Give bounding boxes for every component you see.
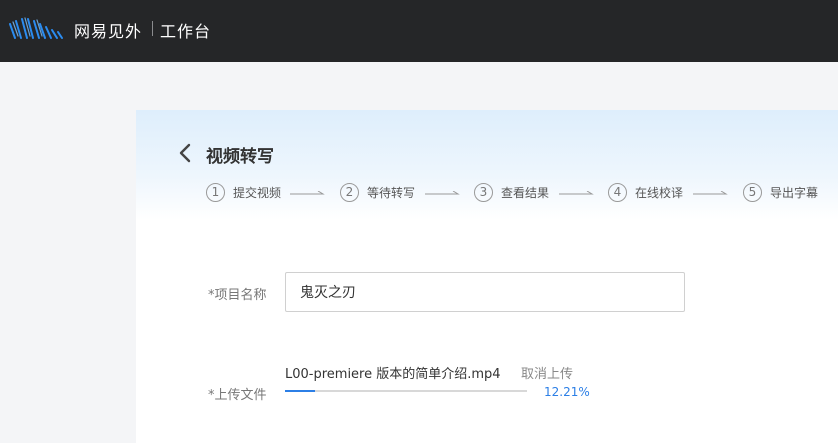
- wave-logo-icon[interactable]: [8, 16, 66, 42]
- step-3: 3 查看结果: [474, 182, 549, 202]
- step-1: 1 提交视频: [206, 182, 281, 202]
- top-bar: 网易见外 工作台: [0, 0, 838, 62]
- cancel-upload-button[interactable]: 取消上传: [521, 363, 573, 382]
- step-label: 查看结果: [501, 185, 550, 200]
- arrow-right-icon: [290, 191, 325, 195]
- step-label: 在线校译: [635, 185, 684, 200]
- page-title: 视频转写: [206, 147, 274, 167]
- workspace-link[interactable]: 工作台: [160, 18, 211, 42]
- step-number: 5: [743, 182, 762, 202]
- main-card: 视频转写 1 提交视频 2 等待转写 3 查看结果 4 在线校译 5 导出字幕 …: [136, 110, 838, 443]
- step-4: 4 在线校译: [608, 182, 683, 202]
- step-2: 2 等待转写: [340, 182, 415, 202]
- project-name-input[interactable]: [285, 272, 685, 312]
- step-number: 2: [340, 182, 359, 202]
- step-label: 等待转写: [367, 185, 416, 200]
- upload-progress-text: 12.21%: [544, 385, 590, 399]
- upload-progress-bar: [285, 390, 527, 392]
- project-name-label: *项目名称: [208, 288, 267, 303]
- step-number: 3: [474, 182, 493, 202]
- step-label: 导出字幕: [770, 185, 819, 200]
- upload-progress-fill: [285, 390, 315, 392]
- brand-name[interactable]: 网易见外: [74, 18, 142, 42]
- arrow-right-icon: [425, 191, 460, 195]
- chevron-left-icon[interactable]: [176, 142, 196, 164]
- upload-file-label: *上传文件: [208, 388, 267, 403]
- step-5: 5 导出字幕: [743, 182, 818, 202]
- step-number: 1: [206, 182, 225, 202]
- uploaded-file-name: L00-premiere 版本的简单介绍.mp4: [285, 367, 501, 382]
- arrow-right-icon: [559, 191, 594, 195]
- step-number: 4: [608, 182, 627, 202]
- step-label: 提交视频: [233, 185, 282, 200]
- arrow-right-icon: [693, 191, 728, 195]
- brand-divider: [152, 21, 153, 36]
